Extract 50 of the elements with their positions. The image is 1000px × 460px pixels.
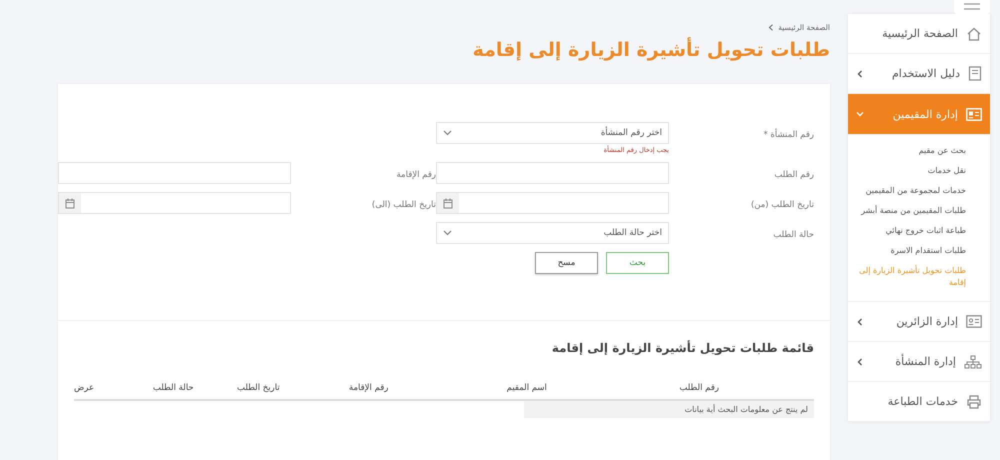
book-icon (968, 66, 982, 81)
id-card-icon (966, 108, 982, 120)
submenu-item[interactable]: طباعة اثبات خروج نهائي (854, 221, 966, 241)
column-header: حالة الطلب (152, 383, 194, 393)
column-header: اسم المقيم (506, 383, 547, 393)
page-title: طلبات تحويل تأشيرة الزيارة إلى إقامة (472, 39, 830, 63)
home-icon (966, 26, 982, 40)
input-field[interactable] (436, 162, 669, 184)
sidebar-item[interactable]: إدارة الزائرين (848, 302, 990, 342)
id-card-icon (966, 315, 982, 328)
column-header: عرض (74, 383, 94, 393)
chevron-down-icon (443, 130, 452, 136)
sitemap-icon (964, 354, 982, 368)
sidebar-item[interactable]: خدمات الطباعة (848, 382, 990, 422)
field-label: حالة الطلب (772, 229, 814, 242)
submenu-item[interactable]: خدمات لمجموعة من المقيمين (854, 181, 966, 201)
calendar-icon (443, 198, 453, 208)
chevron-left-icon (856, 358, 864, 366)
submenu-item[interactable]: طلبات المقيمين من منصة أبشر (854, 201, 966, 221)
column-header: رقم الطلب (678, 383, 720, 393)
column-header: تاريخ الطلب (236, 383, 280, 393)
chevron-left-icon (856, 70, 864, 78)
empty-message: لم ينتج عن معلومات البحث أية بيانات (524, 401, 814, 418)
table-title: قائمة طلبات تحويل تأشيرة الزيارة إلى إقامة (550, 341, 814, 355)
calendar-icon (65, 198, 75, 208)
field-label: رقم الإقامة (396, 169, 436, 182)
select-field[interactable]: اختر حالة الطلب (436, 222, 669, 244)
field-label: رقم المنشأة * (762, 127, 814, 142)
clear-button[interactable]: مسح (535, 252, 598, 274)
sidebar-item[interactable]: الصفحة الرئيسية (848, 14, 990, 54)
chevron-icon (768, 24, 774, 30)
field-label: تاريخ الطلب (الى) (370, 199, 436, 212)
field-label: رقم الطلب (773, 169, 814, 182)
menu-button[interactable] (954, 0, 990, 14)
date-field[interactable] (436, 192, 669, 214)
chevron-left-icon (856, 318, 864, 326)
printer-icon (966, 394, 982, 408)
date-field[interactable] (58, 192, 291, 214)
chevron-down-icon (443, 230, 452, 236)
menu-icon (964, 3, 980, 11)
submenu-item[interactable]: بحث عن مقيم (854, 141, 966, 161)
select-field[interactable]: اختر رقم المنشأة (436, 122, 669, 144)
search-button[interactable]: بحث (606, 252, 669, 274)
field-label: تاريخ الطلب (من) (750, 199, 814, 212)
submenu-item[interactable]: نقل خدمات (854, 161, 966, 181)
column-header: رقم الإقامة (348, 383, 388, 393)
input-field[interactable] (58, 162, 291, 184)
chevron-down-icon (856, 110, 864, 118)
submenu-item[interactable]: طلبات استقدام الاسرة (854, 241, 966, 261)
sidebar-item[interactable]: إدارة المنشأة (848, 342, 990, 382)
